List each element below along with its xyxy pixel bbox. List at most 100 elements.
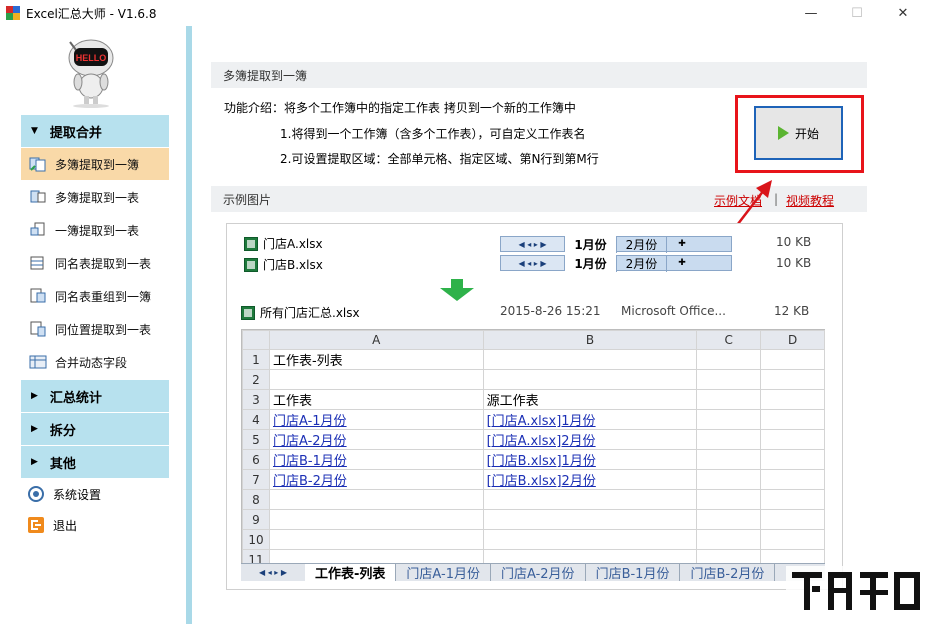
sidebar-item-label: 多簿提取到一簿	[55, 157, 140, 172]
file-date: 2015-8-26 15:21	[500, 304, 601, 318]
maximize-button[interactable]: ☐	[834, 0, 880, 26]
cell-c	[696, 429, 762, 450]
cell-d	[760, 449, 825, 470]
spreadsheet-grid: A B C D 1 工作表-列表 2 3 工作表 源工作表 4 门店A-1月份 [门店A.xls…	[241, 329, 825, 565]
sidebar-item-multi-book-to-sheet[interactable]: 多簿提取到一表	[21, 181, 169, 213]
file-type: Microsoft Office...	[621, 304, 726, 318]
cell-d	[760, 349, 825, 370]
row-number: 10	[242, 529, 270, 550]
cell-c	[696, 469, 762, 490]
sheet-row: 7 门店B-2月份 [门店B.xlsx]2月份	[242, 469, 825, 490]
excel-file-icon	[244, 257, 258, 272]
sheet-nav-icons: ◀ ◂ ▸ ▶	[501, 237, 565, 251]
cell-d	[760, 469, 825, 490]
robot-logo: HELLO	[68, 39, 114, 108]
cell-a: 门店B-2月份	[268, 469, 484, 490]
file-row-b: 门店B.xlsx	[244, 256, 323, 273]
multi-book-to-book-icon	[29, 157, 46, 172]
mini-sheet-tabs-b: ◀ ◂ ▸ ▶ 1月份 2月份 ✚	[500, 254, 732, 272]
column-header: A	[268, 330, 484, 350]
section-label: 拆分	[49, 423, 76, 439]
regroup-sheet-icon	[30, 288, 46, 303]
video-tutorial-link[interactable]: 视频教程	[786, 192, 834, 209]
section-other[interactable]: ▶ 其他	[21, 446, 169, 478]
expanded-arrow-icon: ▼	[31, 126, 38, 136]
cell-d	[760, 509, 825, 530]
excel-file-icon	[241, 305, 255, 320]
sheet-tab: 门店B-1月份	[586, 564, 681, 581]
watermark-logo	[786, 566, 926, 624]
sidebar-item-regroup-sheet[interactable]: 同名表重组到一簿	[21, 280, 169, 312]
cell-a	[268, 489, 484, 510]
cell-d	[760, 489, 825, 510]
mini-tab: 1月份	[565, 254, 617, 272]
collapsed-arrow-icon: ▶	[31, 424, 38, 434]
minimize-button[interactable]: —	[788, 0, 834, 26]
system-settings-item[interactable]: 系统设置	[21, 481, 101, 507]
cell-a	[268, 509, 484, 530]
row-number: 8	[242, 489, 270, 510]
sidebar-item-multi-book-to-book[interactable]: 多簿提取到一簿	[21, 148, 169, 180]
file-row-a: 门店A.xlsx	[244, 235, 323, 252]
exit-item[interactable]: 退出	[21, 512, 77, 538]
column-header: B	[482, 330, 698, 350]
section-extract-merge[interactable]: ▼ 提取合并	[21, 115, 169, 147]
section-label: 提取合并	[49, 125, 102, 141]
sidebar-item-label: 一簿提取到一表	[55, 223, 140, 238]
book-to-sheet-icon	[30, 222, 45, 236]
cell-c	[696, 449, 762, 470]
sheet-row: 3 工作表 源工作表	[242, 389, 825, 410]
mini-tab: 2月份	[617, 254, 667, 272]
sidebar-item-same-position[interactable]: 同位置提取到一表	[21, 313, 169, 345]
close-button[interactable]: ✕	[880, 0, 926, 26]
sidebar-item-label: 同名表提取到一表	[55, 256, 152, 271]
section-summary-stats[interactable]: ▶ 汇总统计	[21, 380, 169, 412]
cell-a: 门店A-1月份	[268, 409, 484, 430]
dynamic-field-icon	[29, 355, 47, 369]
column-header: D	[760, 330, 825, 350]
cell-b	[482, 529, 698, 550]
sheet-row: 2	[242, 369, 825, 390]
row-number: 7	[242, 469, 270, 490]
section-split[interactable]: ▶ 拆分	[21, 413, 169, 445]
sheet-tab-bar: ◀ ◂ ▸ ▶ 工作表-列表 门店A-1月份 门店A-2月份 门店B-1月份 门…	[241, 563, 825, 581]
sidebar-item-same-name-sheet[interactable]: 同名表提取到一表	[21, 247, 169, 279]
row-number: 9	[242, 509, 270, 530]
cell-c	[696, 409, 762, 430]
exit-icon	[28, 517, 44, 533]
file-name: 门店B.xlsx	[263, 258, 323, 272]
sidebar-item-dynamic-field[interactable]: 合并动态字段	[21, 346, 169, 378]
cell-b	[482, 349, 698, 370]
sidebar-item-label: 同位置提取到一表	[55, 322, 152, 337]
cell-a	[268, 529, 484, 550]
sheet-row: 5 门店A-2月份 [门店A.xlsx]2月份	[242, 429, 825, 450]
cell-d	[760, 529, 825, 550]
row-number: 1	[242, 349, 270, 370]
result-file-row: 所有门店汇总.xlsx	[241, 304, 360, 321]
cell-d	[760, 369, 825, 390]
start-button[interactable]: 开始	[754, 106, 843, 160]
feature-header: 多簿提取到一簿	[211, 62, 867, 88]
sidebar-item-label: 多簿提取到一表	[55, 190, 140, 205]
exit-label: 退出	[53, 518, 78, 533]
column-header-row: A B C D	[242, 330, 825, 350]
cell-b	[482, 489, 698, 510]
title-bar: Excel汇总大师 - V1.6.8 — ☐ ✕	[0, 0, 926, 26]
mini-tab: 2月份	[617, 235, 667, 253]
cell-a: 工作表-列表	[268, 349, 484, 370]
cell-d	[760, 409, 825, 430]
cell-d	[760, 429, 825, 450]
sheet-row: 1 工作表-列表	[242, 349, 825, 370]
corner-cell	[242, 330, 270, 350]
cell-c	[696, 389, 762, 410]
cell-b	[482, 369, 698, 390]
settings-label: 系统设置	[53, 487, 102, 502]
row-number: 6	[242, 449, 270, 470]
file-size: 10 KB	[776, 256, 812, 270]
same-name-sheet-icon	[30, 256, 44, 270]
cell-b: 源工作表	[482, 389, 698, 410]
cell-c	[696, 349, 762, 370]
sidebar-item-book-to-sheet[interactable]: 一簿提取到一表	[21, 214, 169, 246]
cell-c	[696, 509, 762, 530]
mini-sheet-tabs-a: ◀ ◂ ▸ ▶ 1月份 2月份 ✚	[500, 235, 732, 253]
